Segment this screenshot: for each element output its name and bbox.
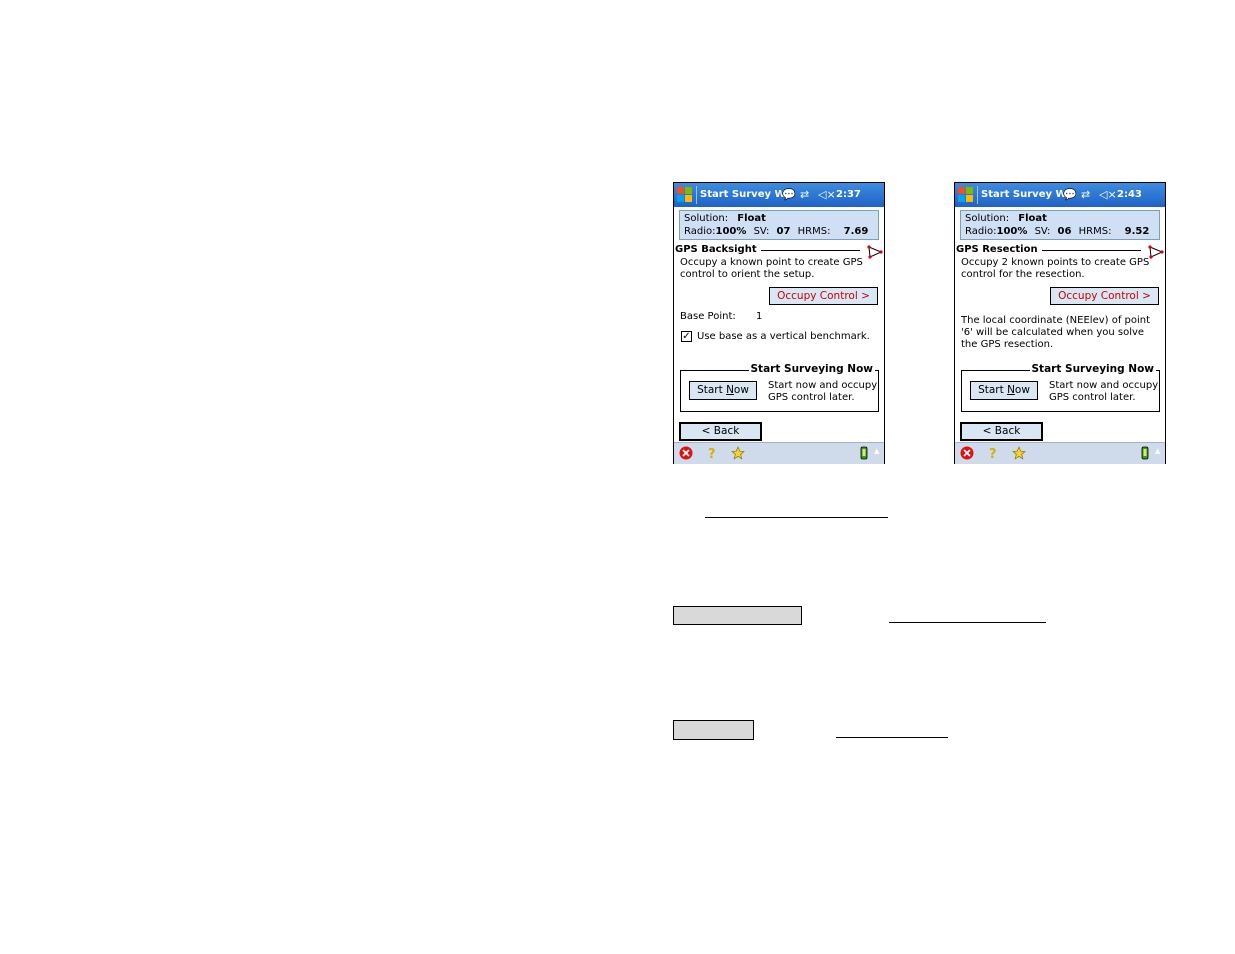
benchmark-label: Use base as a vertical benchmark. [697, 331, 870, 342]
close-icon[interactable] [679, 446, 693, 460]
base-point-value: 1 [756, 311, 763, 322]
hrms-value: 9.52 [1124, 226, 1150, 237]
star-icon[interactable] [1012, 446, 1026, 460]
start-now-label-mnemonic: N [1007, 384, 1015, 396]
window-title: Start Survey W [981, 189, 1067, 200]
occupy-control-button[interactable]: Occupy Control > [769, 287, 878, 305]
title-separator [977, 186, 978, 204]
sv-value: 06 [1057, 226, 1072, 237]
start-now-label-post: ow [1014, 384, 1030, 396]
sv-label: SV: [753, 226, 770, 237]
clock: 2:37 [836, 189, 861, 200]
start-now-button[interactable]: Start Now [970, 381, 1038, 400]
gps-status-panel: Solution: Float Radio:100% SV: 06 HRMS: … [960, 210, 1160, 240]
hrms-value: 7.69 [843, 226, 869, 237]
sv-label: SV: [1034, 226, 1051, 237]
star-icon[interactable] [731, 446, 745, 460]
sv-value: 07 [776, 226, 791, 237]
expand-arrow-icon[interactable]: ▲ [874, 447, 879, 455]
section-title: GPS Backsight [675, 244, 761, 255]
section-title: GPS Resection [956, 244, 1042, 255]
windows-logo-icon[interactable] [677, 187, 693, 203]
hrms-label: HRMS: [1078, 226, 1112, 237]
solution-value: Float [737, 213, 766, 224]
start-now-label-post: ow [733, 384, 749, 396]
clock: 2:43 [1117, 189, 1142, 200]
speaker-mute-icon[interactable]: ◁× [1099, 188, 1117, 201]
base-point-label: Base Point: [680, 311, 736, 322]
instruction-text: Occupy 2 known points to create GPS cont… [961, 257, 1150, 280]
underline-blank [836, 737, 948, 738]
svg-text:?: ? [708, 447, 716, 460]
start-now-description: Start now and occupy GPS control later. [768, 380, 878, 403]
back-button[interactable]: < Back [960, 422, 1043, 441]
title-separator [696, 186, 697, 204]
speaker-mute-icon[interactable]: ◁× [818, 188, 836, 201]
svg-text:?: ? [989, 447, 997, 460]
group-title: Start Surveying Now [1029, 363, 1156, 375]
start-now-description: Start now and occupy GPS control later. [1049, 380, 1159, 403]
solution-value: Float [1018, 213, 1047, 224]
start-now-button[interactable]: Start Now [689, 381, 757, 400]
solution-label: Solution: [965, 213, 1010, 224]
title-bar: Start Survey W 💬 ⇄ ◁× 2:43 [955, 183, 1165, 207]
start-now-label-pre: Start [978, 384, 1008, 396]
expand-arrow-icon[interactable]: ▲ [1155, 447, 1160, 455]
start-now-label-mnemonic: N [726, 384, 734, 396]
radio-value: 100% [715, 226, 747, 237]
arrows-sync-icon[interactable]: ⇄ [1081, 188, 1090, 201]
start-surveying-group: Start Surveying Now Start Now Start now … [680, 363, 879, 412]
gps-receiver-icon[interactable] [857, 446, 871, 460]
blank-box [673, 606, 802, 625]
help-icon[interactable]: ? [705, 446, 719, 460]
blank-box [673, 720, 754, 740]
radio-label: Radio: [684, 226, 716, 237]
hrms-label: HRMS: [797, 226, 831, 237]
gps-receiver-icon[interactable] [1138, 446, 1152, 460]
underline-blank [705, 517, 888, 518]
benchmark-checkbox[interactable]: ✓ [681, 331, 692, 342]
title-bar: Start Survey W 💬 ⇄ ◁× 2:37 [674, 183, 884, 207]
underline-blank [889, 622, 1046, 623]
window-title: Start Survey W [700, 189, 786, 200]
radio-label: Radio: [965, 226, 997, 237]
close-icon[interactable] [960, 446, 974, 460]
device-screen-backsight: Start Survey W 💬 ⇄ ◁× 2:37 Solution: Flo… [673, 182, 885, 464]
back-button[interactable]: < Back [679, 422, 762, 441]
windows-logo-icon[interactable] [958, 187, 974, 203]
start-surveying-group: Start Surveying Now Start Now Start now … [961, 363, 1160, 412]
start-now-label-pre: Start [697, 384, 727, 396]
radio-value: 100% [996, 226, 1028, 237]
bottom-toolbar: ? ▲ [955, 442, 1165, 464]
help-icon[interactable]: ? [986, 446, 1000, 460]
speech-bubble-icon[interactable]: 💬 [782, 188, 796, 201]
bottom-toolbar: ? ▲ [674, 442, 884, 464]
group-title: Start Surveying Now [748, 363, 875, 375]
arrows-sync-icon[interactable]: ⇄ [800, 188, 809, 201]
occupy-control-button[interactable]: Occupy Control > [1050, 287, 1159, 305]
speech-bubble-icon[interactable]: 💬 [1063, 188, 1077, 201]
instruction-text: Occupy a known point to create GPS contr… [680, 257, 863, 280]
solution-label: Solution: [684, 213, 729, 224]
gps-status-panel: Solution: Float Radio:100% SV: 07 HRMS: … [679, 210, 879, 240]
device-screen-resection: Start Survey W 💬 ⇄ ◁× 2:43 Solution: Flo… [954, 182, 1166, 464]
resection-info-text: The local coordinate (NEElev) of point '… [961, 315, 1151, 350]
